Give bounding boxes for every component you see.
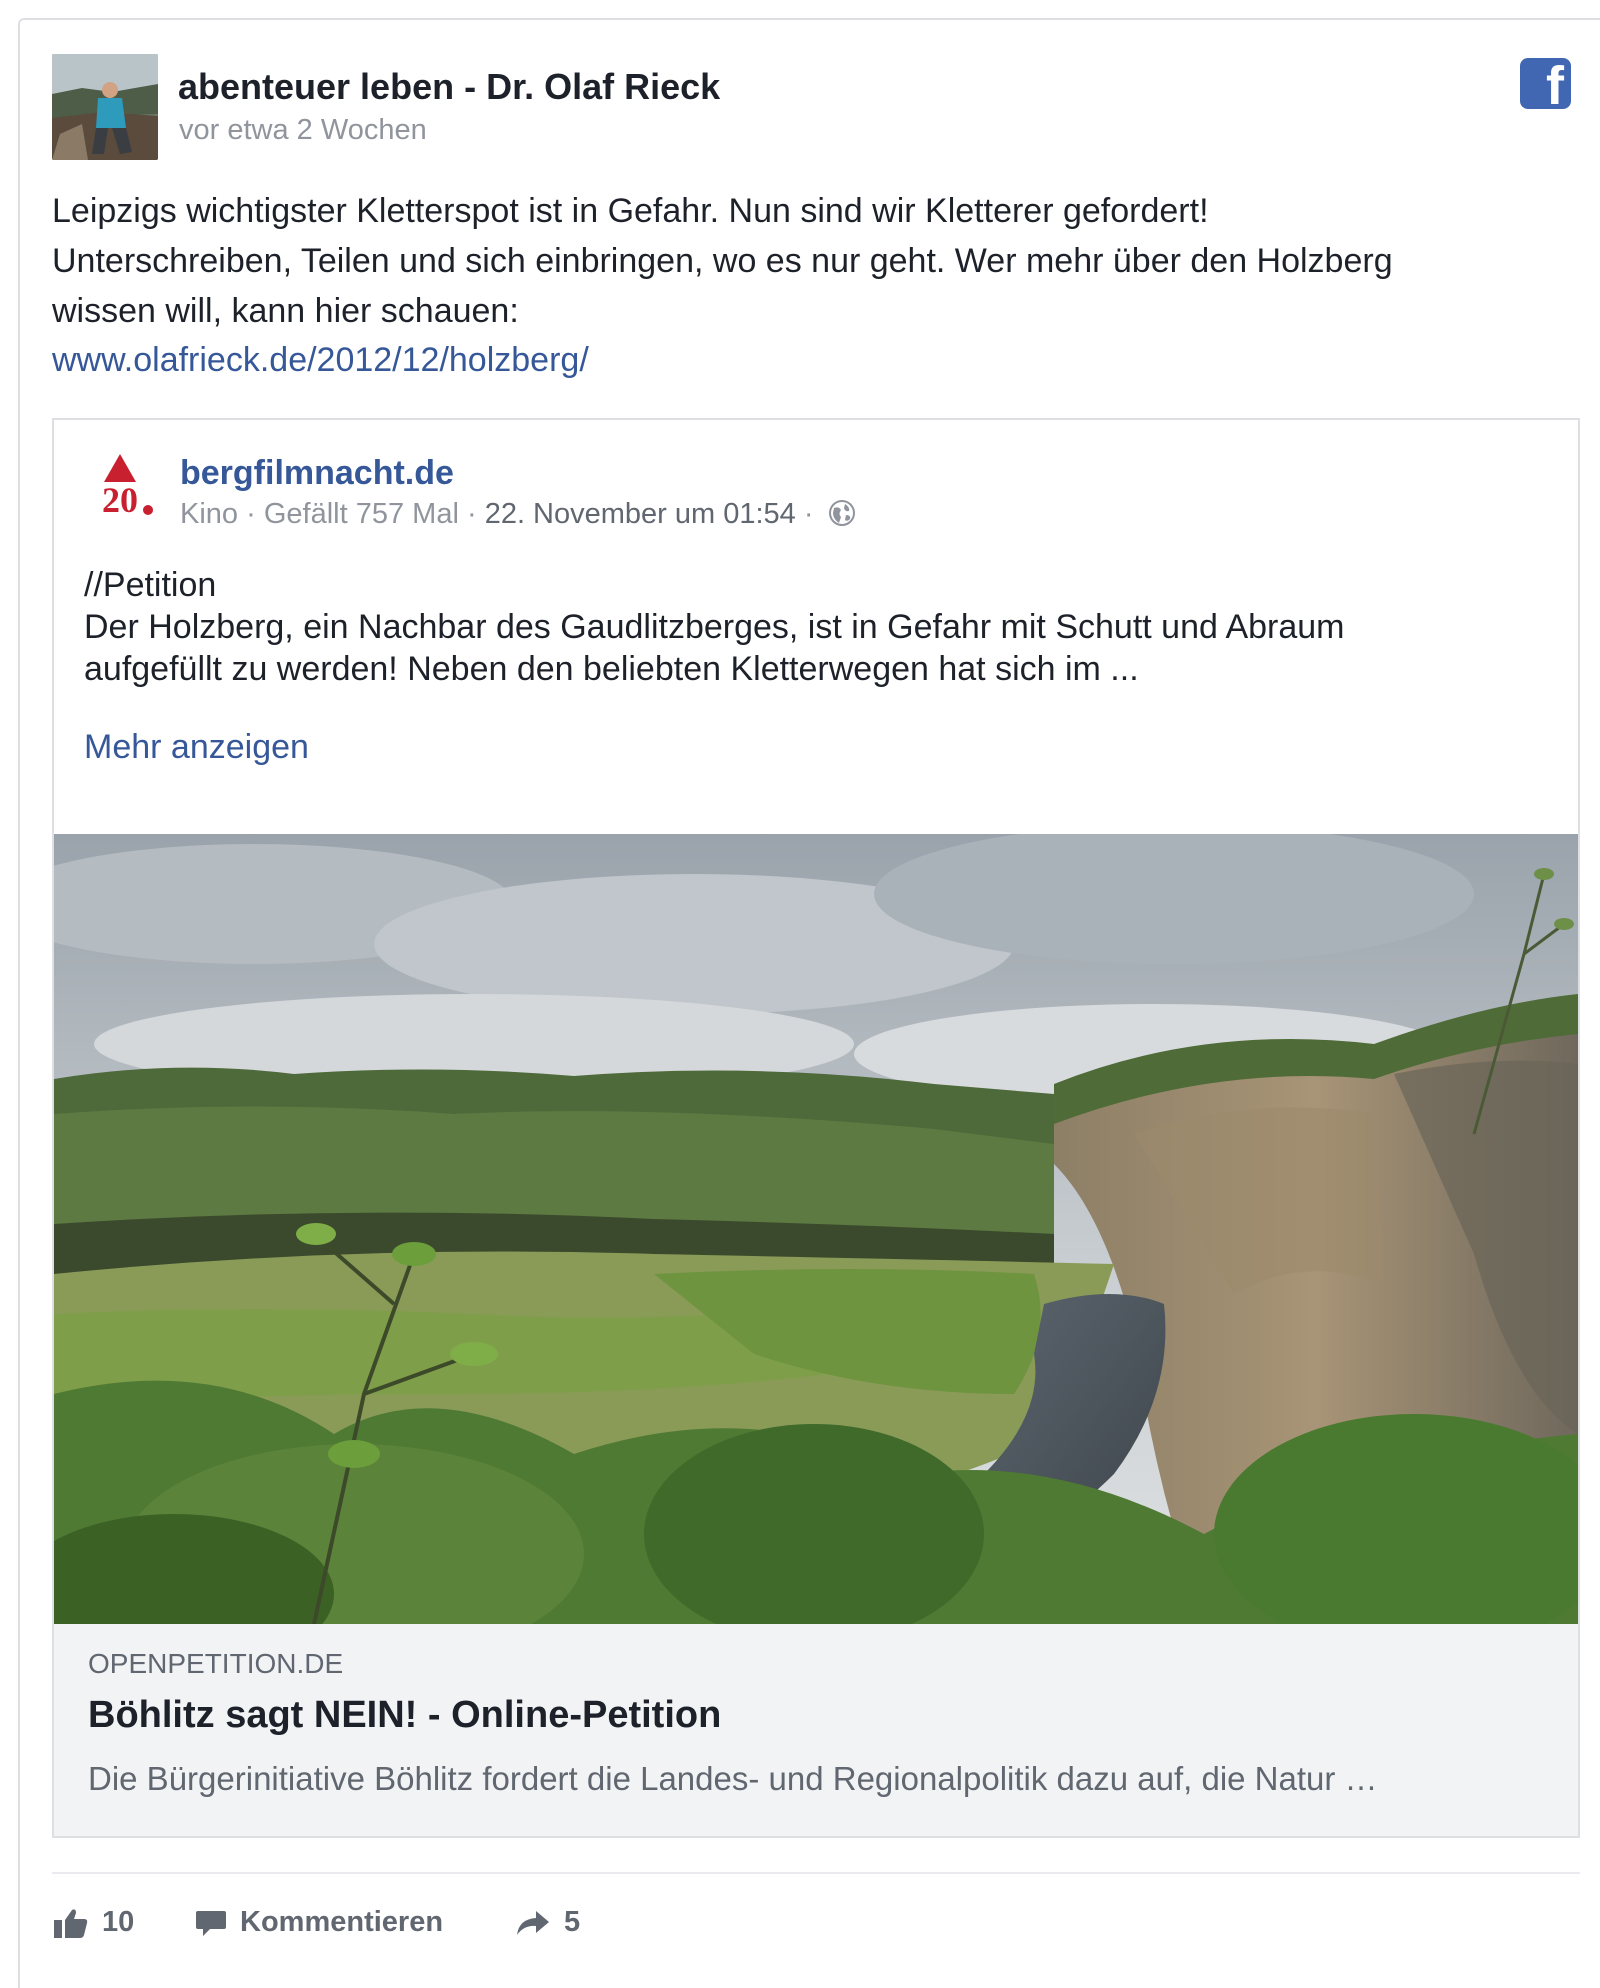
comment-button[interactable]: Kommentieren — [196, 1906, 443, 1939]
comment-label: Kommentieren — [240, 1906, 444, 1938]
author-name[interactable]: abenteuer leben - Dr. Olaf Rieck — [178, 66, 720, 108]
page-logo-text: 20 — [102, 480, 138, 520]
post-link[interactable]: www.olafrieck.de/2012/12/holzberg/ — [52, 341, 589, 380]
shared-text-line: Der Holzberg, ein Nachbar des Gaudlitzbe… — [84, 608, 1345, 646]
like-count: 10 — [102, 1906, 135, 1938]
shared-text-line: aufgefüllt zu werden! Neben den beliebte… — [84, 650, 1139, 688]
post-text-line: wissen will, kann hier schauen: — [52, 292, 519, 330]
page-likes: Gefällt 757 Mal — [263, 498, 459, 530]
page-meta: Kino · Gefällt 757 Mal · 22. November um… — [180, 498, 856, 531]
page-logo[interactable]: 20 — [84, 450, 156, 522]
author-avatar[interactable] — [52, 54, 158, 160]
post-text-line: Leipzigs wichtigster Kletterspot ist in … — [52, 192, 1209, 230]
link-description: Die Bürgerinitiative Böhlitz fordert die… — [88, 1760, 1378, 1797]
link-title[interactable]: Böhlitz sagt NEIN! - Online-Petition — [88, 1694, 721, 1737]
shared-date[interactable]: 22. November um 01:54 — [485, 498, 796, 530]
shared-text-line: //Petition — [84, 566, 217, 604]
share-count: 5 — [564, 1906, 581, 1938]
show-more-link[interactable]: Mehr anzeigen — [84, 728, 309, 767]
action-divider — [52, 1872, 1580, 1874]
link-preview-image[interactable] — [54, 834, 1578, 1624]
comment-icon — [196, 1910, 226, 1936]
facebook-icon[interactable]: f — [1520, 58, 1571, 109]
like-button[interactable]: 10 — [54, 1906, 134, 1939]
share-icon — [517, 1910, 549, 1935]
share-button[interactable]: 5 — [516, 1906, 580, 1939]
shared-text: //Petition Der Holzberg, ein Nachbar des… — [84, 564, 1544, 690]
like-icon — [54, 1908, 88, 1938]
globe-icon[interactable] — [828, 499, 856, 527]
link-domain: OPENPETITION.DE — [88, 1648, 344, 1679]
page-category: Kino — [180, 498, 239, 530]
shared-post: 20 bergfilmnacht.de Kino · Gefällt 757 M… — [52, 418, 1580, 1838]
post-timestamp[interactable]: vor etwa 2 Wochen — [179, 114, 427, 147]
post-text-line: Unterschreiben, Teilen und sich einbring… — [52, 242, 1393, 280]
post-text: Leipzigs wichtigster Kletterspot ist in … — [52, 186, 1552, 336]
link-preview[interactable]: OPENPETITION.DE Böhlitz sagt NEIN! - Onl… — [54, 1624, 1578, 1836]
page-name[interactable]: bergfilmnacht.de — [180, 454, 454, 493]
